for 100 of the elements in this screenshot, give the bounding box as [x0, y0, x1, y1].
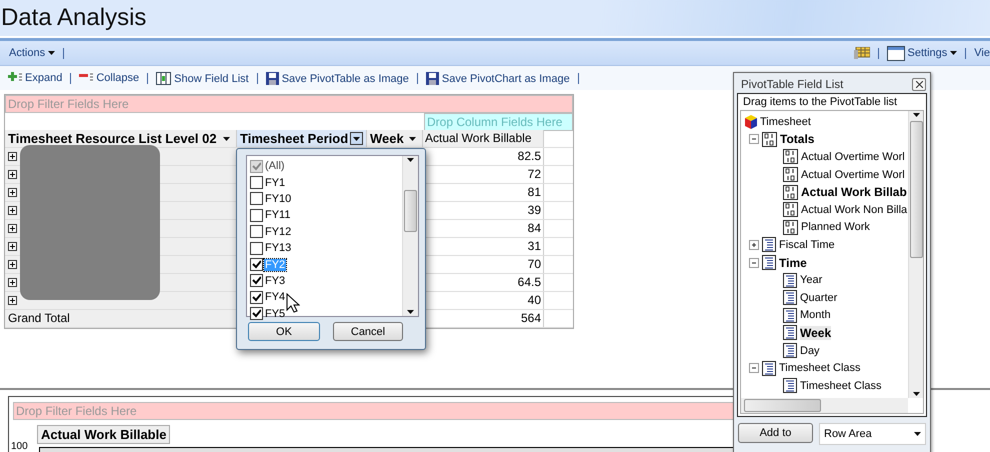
field-item[interactable]: Quarter: [800, 292, 838, 304]
binary-icon: [762, 132, 777, 147]
expand-icon[interactable]: [8, 206, 17, 215]
checkbox[interactable]: [250, 258, 263, 272]
scroll-thumb[interactable]: [404, 190, 417, 232]
field-item[interactable]: Actual Overtime Worl: [801, 150, 905, 163]
list-icon: [762, 255, 776, 270]
close-icon: [916, 81, 922, 88]
expand-icon[interactable]: [749, 240, 759, 250]
field-item[interactable]: Totals: [780, 132, 814, 146]
expand-icon[interactable]: [8, 224, 17, 233]
list-icon: [783, 325, 797, 340]
scrollbar[interactable]: [402, 156, 418, 316]
expand-icon[interactable]: [8, 242, 17, 251]
menu-item[interactable]: Settings: [886, 46, 958, 60]
filter-option[interactable]: FY5: [264, 308, 286, 320]
field-item[interactable]: Year: [800, 274, 822, 286]
expand-icon[interactable]: [8, 260, 17, 269]
checkbox[interactable]: [250, 290, 263, 304]
expand-icon[interactable]: [8, 170, 17, 179]
filter-option[interactable]: FY12: [264, 226, 292, 238]
list-icon: [762, 237, 776, 252]
checkbox[interactable]: [250, 274, 263, 288]
caret-icon: [913, 113, 920, 117]
list-icon: [783, 378, 797, 394]
list-icon: [783, 308, 797, 323]
field-item[interactable]: Actual Work Billab: [801, 185, 907, 200]
actions-menu[interactable]: Actions: [9, 47, 56, 59]
caret-icon: [407, 158, 414, 162]
plus-icon: [8, 72, 22, 84]
filter-option[interactable]: FY1: [264, 176, 286, 189]
caret-icon: [913, 392, 920, 396]
filter-option[interactable]: FY4: [264, 291, 286, 304]
field-list-icon: [156, 72, 172, 84]
field-header[interactable]: Week: [367, 130, 423, 147]
expand-icon[interactable]: [8, 296, 17, 305]
field-header[interactable]: Timesheet Period: [237, 130, 367, 147]
caret-icon: [914, 432, 921, 436]
binary-icon: [783, 202, 798, 218]
binary-icon: [783, 184, 798, 200]
checkbox[interactable]: [250, 225, 263, 238]
area-select[interactable]: Row Area: [819, 423, 926, 445]
field-item[interactable]: Fiscal Time: [779, 238, 835, 251]
list-icon: [783, 290, 797, 306]
field-item[interactable]: Actual Overtime Worl: [801, 168, 905, 181]
binary-icon: [783, 167, 798, 182]
toolbar-button[interactable]: Expand: [8, 72, 62, 84]
toolbar-button[interactable]: Show Field List: [156, 72, 249, 84]
collapse-icon[interactable]: [749, 134, 759, 144]
list-icon: [762, 360, 776, 376]
collapse-icon[interactable]: [749, 363, 759, 374]
field-item[interactable]: Week: [800, 326, 832, 340]
scroll-thumb[interactable]: [910, 121, 923, 258]
dialog-button[interactable]: Cancel: [333, 322, 403, 341]
field-item[interactable]: Time: [779, 256, 807, 270]
field-item[interactable]: Timesheet: [760, 116, 811, 128]
filter-option[interactable]: (All): [264, 160, 286, 172]
filter-option[interactable]: FY10: [264, 192, 292, 205]
window-icon: [886, 46, 905, 60]
menu-item[interactable]: Vie: [974, 47, 990, 59]
checkbox[interactable]: [250, 176, 263, 190]
scrollbar[interactable]: [908, 111, 923, 398]
field-header[interactable]: Timesheet Resource List Level 02: [5, 130, 237, 147]
field-item[interactable]: Day: [800, 344, 820, 357]
column-header: Actual Work Billable: [423, 130, 544, 147]
filter-option[interactable]: FY13: [264, 242, 292, 254]
close-button[interactable]: [912, 78, 926, 91]
mouse-cursor-icon: [286, 293, 300, 313]
toolbar-button[interactable]: Save PivotTable as Image: [266, 72, 409, 84]
field-item[interactable]: Timesheet Class: [800, 380, 882, 392]
scrollbar[interactable]: [741, 398, 908, 413]
list-icon: [783, 343, 797, 358]
toolbar-button[interactable]: Save PivotChart as Image: [426, 72, 570, 84]
grid-icon[interactable]: [854, 47, 870, 59]
checkbox[interactable]: [250, 160, 263, 173]
checkbox[interactable]: [250, 307, 263, 320]
checkbox[interactable]: [250, 192, 263, 206]
field-item[interactable]: Actual Work Non Billa: [801, 204, 908, 216]
data-field-label[interactable]: Actual Work Billable: [37, 425, 170, 444]
expand-icon[interactable]: [8, 278, 17, 287]
toolbar-button[interactable]: Collapse: [79, 72, 140, 84]
add-to-button[interactable]: Add to: [738, 423, 813, 443]
axis-tick-label: 100: [11, 441, 28, 452]
filter-option[interactable]: FY11: [264, 209, 292, 222]
scroll-thumb[interactable]: [744, 399, 821, 412]
field-item[interactable]: Month: [800, 309, 831, 322]
expand-icon[interactable]: [8, 152, 17, 161]
dialog-button[interactable]: OK: [248, 322, 320, 341]
cube-icon: [745, 114, 757, 129]
list-icon: [783, 272, 797, 288]
collapse-icon[interactable]: [749, 258, 759, 268]
panel-title: PivotTable Field List: [741, 78, 844, 90]
checkbox[interactable]: [250, 208, 263, 222]
binary-icon: [783, 149, 798, 164]
field-item[interactable]: Planned Work: [801, 221, 870, 234]
expand-icon[interactable]: [8, 188, 17, 197]
field-item[interactable]: Timesheet Class: [779, 362, 861, 374]
filter-option[interactable]: FY3: [264, 274, 286, 287]
binary-icon: [783, 220, 798, 235]
checkbox[interactable]: [250, 242, 263, 255]
